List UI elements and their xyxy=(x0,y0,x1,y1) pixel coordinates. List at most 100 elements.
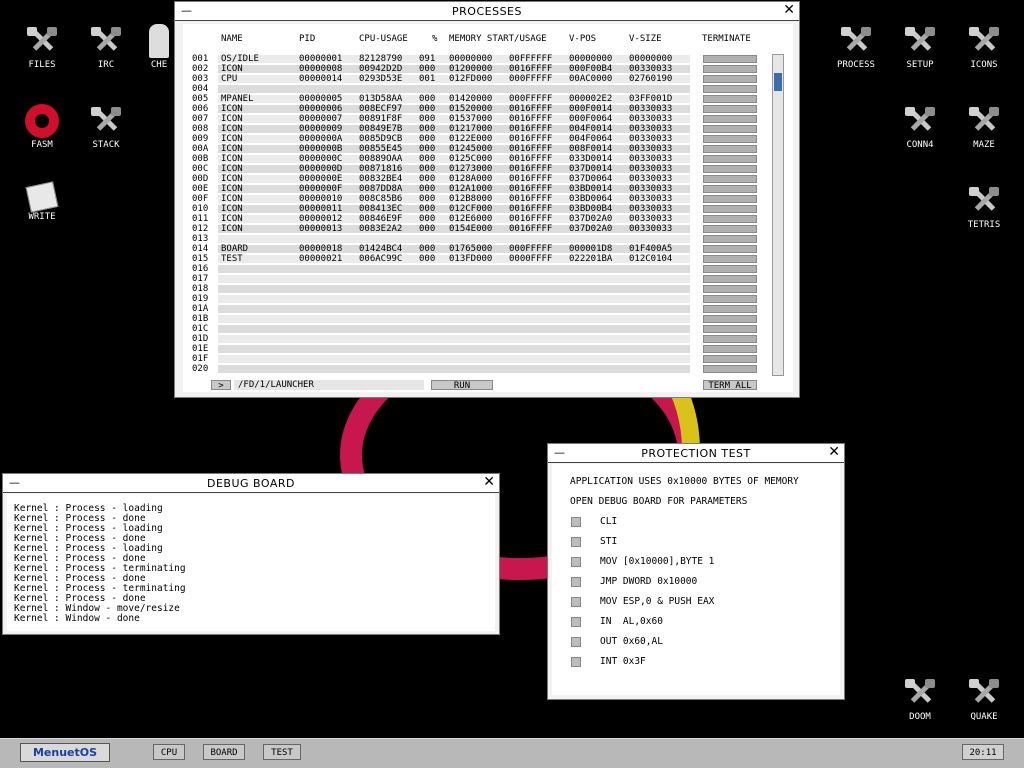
terminate-button[interactable] xyxy=(703,205,757,213)
terminate-button[interactable] xyxy=(703,135,757,143)
process-row[interactable]: 01D xyxy=(0,334,1024,344)
terminate-button[interactable] xyxy=(703,315,757,323)
process-row[interactable]: 002 ICON 00000008 00942D2D 000 01200000 0016FF… xyxy=(0,64,1024,74)
process-row[interactable]: 010 ICON 00000011 008413EC 000 012CF000 0016FF… xyxy=(0,204,1024,214)
desktop-icon-quake[interactable]: QUAKE xyxy=(954,676,1014,722)
menuet-start-button[interactable]: MenuetOS xyxy=(20,743,110,762)
terminate-button[interactable] xyxy=(703,195,757,203)
term-all-button[interactable]: TERM ALL xyxy=(703,380,757,391)
terminate-button[interactable] xyxy=(703,165,757,173)
process-row[interactable]: 01E xyxy=(0,344,1024,354)
process-row[interactable]: 018 xyxy=(0,284,1024,294)
path-arrow-button[interactable]: > xyxy=(211,380,231,391)
terminate-button[interactable] xyxy=(703,185,757,193)
process-row[interactable]: 004 xyxy=(0,84,1024,94)
close-button[interactable]: ✕ xyxy=(783,3,795,17)
process-row[interactable]: 017 xyxy=(0,274,1024,284)
close-button[interactable]: ✕ xyxy=(828,445,840,459)
process-row[interactable]: 011 ICON 00000012 00846E9F 000 012E6000 0016FF… xyxy=(0,214,1024,224)
process-row[interactable]: 013 xyxy=(0,234,1024,244)
desktop-icon-doom[interactable]: DOOM xyxy=(890,676,950,722)
processes-titlebar[interactable]: — PROCESSES ✕ xyxy=(175,2,799,21)
taskbar-item-board[interactable]: BOARD xyxy=(203,744,245,760)
process-row[interactable]: 00C ICON 0000000D 00871816 000 01273000 0016FF… xyxy=(0,164,1024,174)
test-checkbox[interactable] xyxy=(571,517,581,527)
process-row[interactable]: 01C xyxy=(0,324,1024,334)
run-button[interactable]: RUN xyxy=(431,380,493,391)
terminate-button[interactable] xyxy=(703,305,757,313)
process-row[interactable]: 01F xyxy=(0,354,1024,364)
process-row[interactable]: 00D ICON 0000000E 00832BE4 000 0128A000 0016FF… xyxy=(0,174,1024,184)
process-cell-ms: 0125C000 xyxy=(449,154,493,164)
process-row[interactable]: 015 TEST 00000021 006AC99C 000 013FD000 0000FF… xyxy=(0,254,1024,264)
terminate-button[interactable] xyxy=(703,265,757,273)
taskbar-item-cpu[interactable]: CPU xyxy=(153,744,185,760)
process-cell-n: 006 xyxy=(192,104,209,114)
launch-path-input[interactable]: /FD/1/LAUNCHER xyxy=(234,380,424,390)
terminate-button[interactable] xyxy=(703,105,757,113)
test-checkbox[interactable] xyxy=(571,537,581,547)
terminate-button[interactable] xyxy=(703,95,757,103)
process-row[interactable]: 00B ICON 0000000C 00889OAA 000 0125C000 0016FF… xyxy=(0,154,1024,164)
process-cell-n: 010 xyxy=(192,204,209,214)
process-row[interactable]: 003 CPU 00000014 0293D53E 001 012FD000 000FFFF… xyxy=(0,74,1024,84)
test-checkbox[interactable] xyxy=(571,557,581,567)
terminate-button[interactable] xyxy=(703,255,757,263)
terminate-button[interactable] xyxy=(703,325,757,333)
terminate-button[interactable] xyxy=(703,125,757,133)
terminate-button[interactable] xyxy=(703,65,757,73)
process-row[interactable]: 001 OS/IDLE 00000001 82128790 091 00000000 00F… xyxy=(0,54,1024,64)
terminate-button[interactable] xyxy=(703,285,757,293)
process-row[interactable]: 014 BOARD 00000018 01424BC4 000 01765000 000FF… xyxy=(0,244,1024,254)
process-row[interactable]: 020 xyxy=(0,364,1024,374)
terminate-button[interactable] xyxy=(703,145,757,153)
window-title: DEBUG BOARD xyxy=(207,477,295,490)
terminate-button[interactable] xyxy=(703,55,757,63)
test-checkbox[interactable] xyxy=(571,637,581,647)
process-row[interactable]: 005 MPANEL 00000005 013D58AA 000 01420000 000F… xyxy=(0,94,1024,104)
terminate-button[interactable] xyxy=(703,115,757,123)
terminate-button[interactable] xyxy=(703,215,757,223)
terminate-button[interactable] xyxy=(703,175,757,183)
process-scrollbar[interactable] xyxy=(772,54,784,376)
process-row[interactable]: 012 ICON 00000013 0083E2A2 000 0154E000 0016FF… xyxy=(0,224,1024,234)
terminate-button[interactable] xyxy=(703,295,757,303)
debug-board-titlebar[interactable]: — DEBUG BOARD ✕ xyxy=(3,474,499,493)
terminate-button[interactable] xyxy=(703,345,757,353)
terminate-button[interactable] xyxy=(703,335,757,343)
process-row[interactable]: 00A ICON 0000000B 00855E45 000 01245000 0016FF… xyxy=(0,144,1024,154)
process-row[interactable]: 009 ICON 0000000A 0085D9CB 000 0122E000 0016FF… xyxy=(0,134,1024,144)
process-row[interactable]: 016 xyxy=(0,264,1024,274)
process-row[interactable]: 008 ICON 00000009 00849E7B 000 01217000 0016FF… xyxy=(0,124,1024,134)
terminate-button[interactable] xyxy=(703,225,757,233)
process-cell-name: CPU xyxy=(221,74,238,84)
terminate-button[interactable] xyxy=(703,355,757,363)
process-row[interactable]: 006 ICON 00000006 008ECF97 000 01520000 0016FF… xyxy=(0,104,1024,114)
process-row[interactable]: 019 xyxy=(0,294,1024,304)
tools-icon xyxy=(967,676,1001,710)
taskbar-item-test[interactable]: TEST xyxy=(263,744,301,760)
process-cell-name: ICON xyxy=(221,144,243,154)
test-checkbox[interactable] xyxy=(571,577,581,587)
process-row[interactable]: 00F ICON 00000010 008C85B6 000 012B8000 0016FF… xyxy=(0,194,1024,204)
test-checkbox[interactable] xyxy=(571,597,581,607)
test-checkbox[interactable] xyxy=(571,657,581,667)
process-row[interactable]: 01B xyxy=(0,314,1024,324)
terminate-button[interactable] xyxy=(703,85,757,93)
process-row[interactable]: 007 ICON 00000007 00891F8F 000 01537000 0016FF… xyxy=(0,114,1024,124)
process-row[interactable]: 01A xyxy=(0,304,1024,314)
terminate-button[interactable] xyxy=(703,235,757,243)
process-cell-mu: 0016FFFF xyxy=(509,164,553,174)
process-cell-cpu: 00889OAA xyxy=(359,154,403,164)
test-checkbox[interactable] xyxy=(571,617,581,627)
process-cell-ms: 0122E000 xyxy=(449,134,493,144)
scrollbar-thumb[interactable] xyxy=(774,73,782,91)
terminate-button[interactable] xyxy=(703,275,757,283)
close-button[interactable]: ✕ xyxy=(483,475,495,489)
terminate-button[interactable] xyxy=(703,155,757,163)
terminate-button[interactable] xyxy=(703,245,757,253)
process-row[interactable]: 00E ICON 0000000F 0087DD8A 000 012A1000 0016FF… xyxy=(0,184,1024,194)
terminate-button[interactable] xyxy=(703,365,757,373)
terminate-button[interactable] xyxy=(703,75,757,83)
protection-test-titlebar[interactable]: — PROTECTION TEST ✕ xyxy=(548,444,844,463)
